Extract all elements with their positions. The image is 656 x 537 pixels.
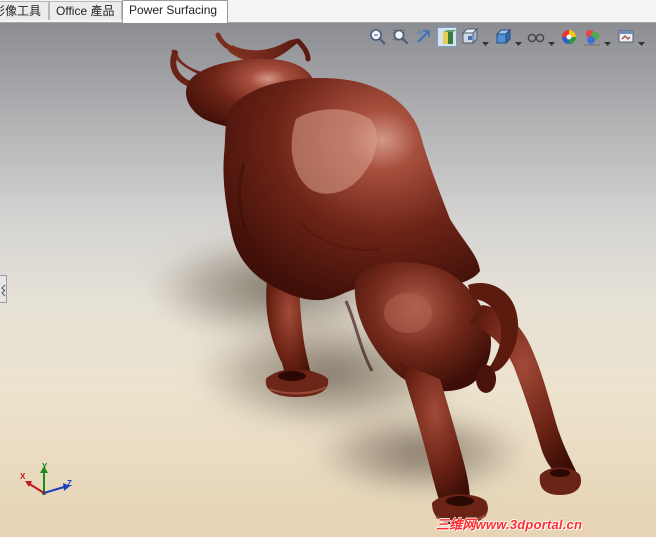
section-view-icon[interactable] [437,27,457,47]
view-triad: X Y Z [16,461,78,503]
graphics-area[interactable]: X Y Z [0,23,656,537]
triad-y-label: Y [42,462,48,471]
bull-far-hoof [539,467,582,495]
edit-appearance-icon[interactable] [559,27,579,47]
previous-view-icon[interactable] [414,27,434,47]
tab-image-tools[interactable]: 影像工具 [0,1,49,20]
hide-show-items-icon[interactable] [526,27,546,47]
panel-collapse-handle[interactable] [0,275,7,303]
bull-body [223,78,480,301]
chevron-down-icon[interactable] [515,34,522,46]
view-orientation-icon[interactable] [460,27,480,47]
display-style-icon[interactable] [493,27,513,47]
view-settings-icon[interactable] [616,27,636,47]
zoom-to-fit-icon[interactable] [368,27,388,47]
chevron-down-icon[interactable] [482,34,489,46]
model-render [145,32,582,526]
chevron-down-icon[interactable] [548,34,555,46]
chevron-down-icon[interactable] [604,34,611,46]
chevron-down-icon[interactable] [638,34,645,46]
command-manager-tabs: 影像工具 Office 產品 Power Surfacing [0,0,656,23]
tab-office-products[interactable]: Office 產品 [49,1,122,20]
zoom-to-area-icon[interactable] [391,27,411,47]
apply-scene-icon[interactable] [582,27,602,47]
triad-z-label: Z [67,479,72,488]
tab-power-surfacing[interactable]: Power Surfacing [122,0,228,23]
triad-x-label: X [20,472,26,481]
watermark: 三维网www.3dportal.cn [436,517,583,532]
